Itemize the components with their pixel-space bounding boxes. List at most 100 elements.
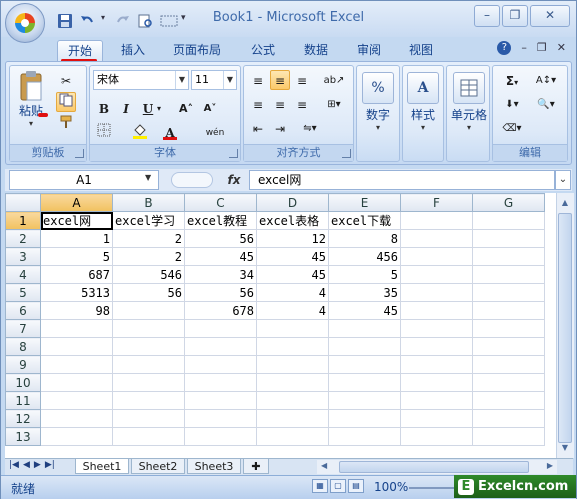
cell-g11[interactable] bbox=[472, 391, 545, 410]
insert-function-icon[interactable]: fx bbox=[222, 170, 246, 190]
expand-formula-bar-icon[interactable]: ⌄ bbox=[555, 170, 571, 190]
align-top-icon[interactable]: ≡ bbox=[248, 70, 268, 90]
cell-g9[interactable] bbox=[472, 355, 545, 374]
cell-f4[interactable] bbox=[400, 265, 473, 284]
cell-b11[interactable] bbox=[112, 391, 185, 410]
clipboard-launcher-icon[interactable] bbox=[75, 149, 84, 158]
cell-d12[interactable] bbox=[256, 409, 329, 428]
chevron-down-icon[interactable]: ▼ bbox=[145, 173, 151, 182]
cell-d10[interactable] bbox=[256, 373, 329, 392]
cell-d9[interactable] bbox=[256, 355, 329, 374]
first-sheet-icon[interactable]: |◀ bbox=[9, 460, 19, 470]
cell-g6[interactable] bbox=[472, 301, 545, 320]
scroll-left-icon[interactable]: ◀ bbox=[321, 461, 327, 470]
row-header[interactable]: 5 bbox=[5, 283, 41, 302]
cell-g10[interactable] bbox=[472, 373, 545, 392]
cell-c12[interactable] bbox=[184, 409, 257, 428]
cell-f3[interactable] bbox=[400, 247, 473, 266]
cell-b9[interactable] bbox=[112, 355, 185, 374]
row-header[interactable]: 6 bbox=[5, 301, 41, 320]
cell-e5[interactable]: 35 bbox=[328, 283, 401, 302]
page-break-view-icon[interactable]: ▤ bbox=[348, 479, 364, 493]
find-select-icon[interactable]: 🔍▾ bbox=[531, 94, 561, 114]
phonetic-guide-button[interactable]: wén bbox=[200, 122, 230, 142]
cell-d4[interactable]: 45 bbox=[256, 265, 329, 284]
cell-e13[interactable] bbox=[328, 427, 401, 446]
cell-c5[interactable]: 56 bbox=[184, 283, 257, 302]
formula-bar-splitter[interactable] bbox=[171, 172, 213, 188]
zoom-level[interactable]: 100% bbox=[374, 480, 408, 494]
cell-e9[interactable] bbox=[328, 355, 401, 374]
cell-c13[interactable] bbox=[184, 427, 257, 446]
cell-e1[interactable]: excel下载 bbox=[328, 211, 401, 230]
cell-c3[interactable]: 45 bbox=[184, 247, 257, 266]
cell-d7[interactable] bbox=[256, 319, 329, 338]
redo-icon[interactable] bbox=[115, 13, 131, 29]
worksheet-grid[interactable]: A B C D E F G 1 excel网 excel学习 excel教程 excel… bbox=[5, 193, 556, 458]
cell-b1[interactable]: excel学习 bbox=[112, 211, 185, 230]
cell-g4[interactable] bbox=[472, 265, 545, 284]
cell-d3[interactable]: 45 bbox=[256, 247, 329, 266]
cell-c8[interactable] bbox=[184, 337, 257, 356]
cell-a8[interactable] bbox=[40, 337, 113, 356]
cell-d13[interactable] bbox=[256, 427, 329, 446]
prev-sheet-icon[interactable]: ◀ bbox=[23, 460, 30, 470]
row-header[interactable]: 1 bbox=[5, 211, 41, 230]
last-sheet-icon[interactable]: ▶| bbox=[45, 460, 55, 470]
select-all-corner[interactable] bbox=[5, 193, 41, 212]
fill-color-icon[interactable] bbox=[130, 122, 150, 142]
align-middle-icon[interactable]: ≡ bbox=[270, 70, 290, 90]
cell-b13[interactable] bbox=[112, 427, 185, 446]
column-header-d[interactable]: D bbox=[256, 193, 329, 212]
cell-d1[interactable]: excel表格 bbox=[256, 211, 329, 230]
cell-f11[interactable] bbox=[400, 391, 473, 410]
increase-indent-icon[interactable]: ⇥ bbox=[270, 118, 290, 138]
shapes-icon[interactable] bbox=[159, 13, 178, 29]
align-center-icon[interactable]: ≡ bbox=[270, 94, 290, 114]
cell-b5[interactable]: 56 bbox=[112, 283, 185, 302]
cell-a3[interactable]: 5 bbox=[40, 247, 113, 266]
cell-c6[interactable]: 678 bbox=[184, 301, 257, 320]
cell-g13[interactable] bbox=[472, 427, 545, 446]
cell-b4[interactable]: 546 bbox=[112, 265, 185, 284]
next-sheet-icon[interactable]: ▶ bbox=[34, 460, 41, 470]
cell-e3[interactable]: 456 bbox=[328, 247, 401, 266]
cell-a6[interactable]: 98 bbox=[40, 301, 113, 320]
cut-icon[interactable]: ✂ bbox=[56, 70, 76, 90]
column-header-f[interactable]: F bbox=[400, 193, 473, 212]
cell-a10[interactable] bbox=[40, 373, 113, 392]
cell-b7[interactable] bbox=[112, 319, 185, 338]
cell-g2[interactable] bbox=[472, 229, 545, 248]
cell-a13[interactable] bbox=[40, 427, 113, 446]
cell-e8[interactable] bbox=[328, 337, 401, 356]
tab-formulas[interactable]: 公式 bbox=[241, 40, 285, 60]
sheet-tab-sheet3[interactable]: Sheet3 bbox=[187, 459, 241, 474]
cell-e11[interactable] bbox=[328, 391, 401, 410]
tab-view[interactable]: 视图 bbox=[399, 40, 443, 60]
restore-button[interactable]: ❐ bbox=[502, 5, 528, 27]
cell-a7[interactable] bbox=[40, 319, 113, 338]
workbook-close-icon[interactable]: ✕ bbox=[557, 41, 566, 55]
formula-input[interactable]: excel网 bbox=[249, 170, 555, 190]
workbook-minimize-icon[interactable]: – bbox=[521, 41, 527, 55]
cell-a9[interactable] bbox=[40, 355, 113, 374]
column-header-c[interactable]: C bbox=[184, 193, 257, 212]
bold-button[interactable]: B bbox=[94, 98, 114, 118]
cell-a5[interactable]: 5313 bbox=[40, 283, 113, 302]
merge-center-icon[interactable]: ⊞▾ bbox=[320, 94, 348, 114]
vertical-scroll-thumb[interactable] bbox=[558, 213, 572, 443]
undo-icon[interactable] bbox=[79, 13, 95, 29]
italic-button[interactable]: I bbox=[116, 98, 136, 118]
cell-b6[interactable] bbox=[112, 301, 185, 320]
row-header[interactable]: 7 bbox=[5, 319, 41, 338]
cell-c9[interactable] bbox=[184, 355, 257, 374]
cell-g8[interactable] bbox=[472, 337, 545, 356]
scroll-down-icon[interactable]: ▼ bbox=[558, 440, 572, 456]
cell-f10[interactable] bbox=[400, 373, 473, 392]
cell-f12[interactable] bbox=[400, 409, 473, 428]
scroll-up-icon[interactable]: ▲ bbox=[558, 195, 572, 211]
cell-b3[interactable]: 2 bbox=[112, 247, 185, 266]
row-header[interactable]: 8 bbox=[5, 337, 41, 356]
align-bottom-icon[interactable]: ≡ bbox=[292, 70, 312, 90]
copy-icon[interactable] bbox=[56, 92, 76, 112]
